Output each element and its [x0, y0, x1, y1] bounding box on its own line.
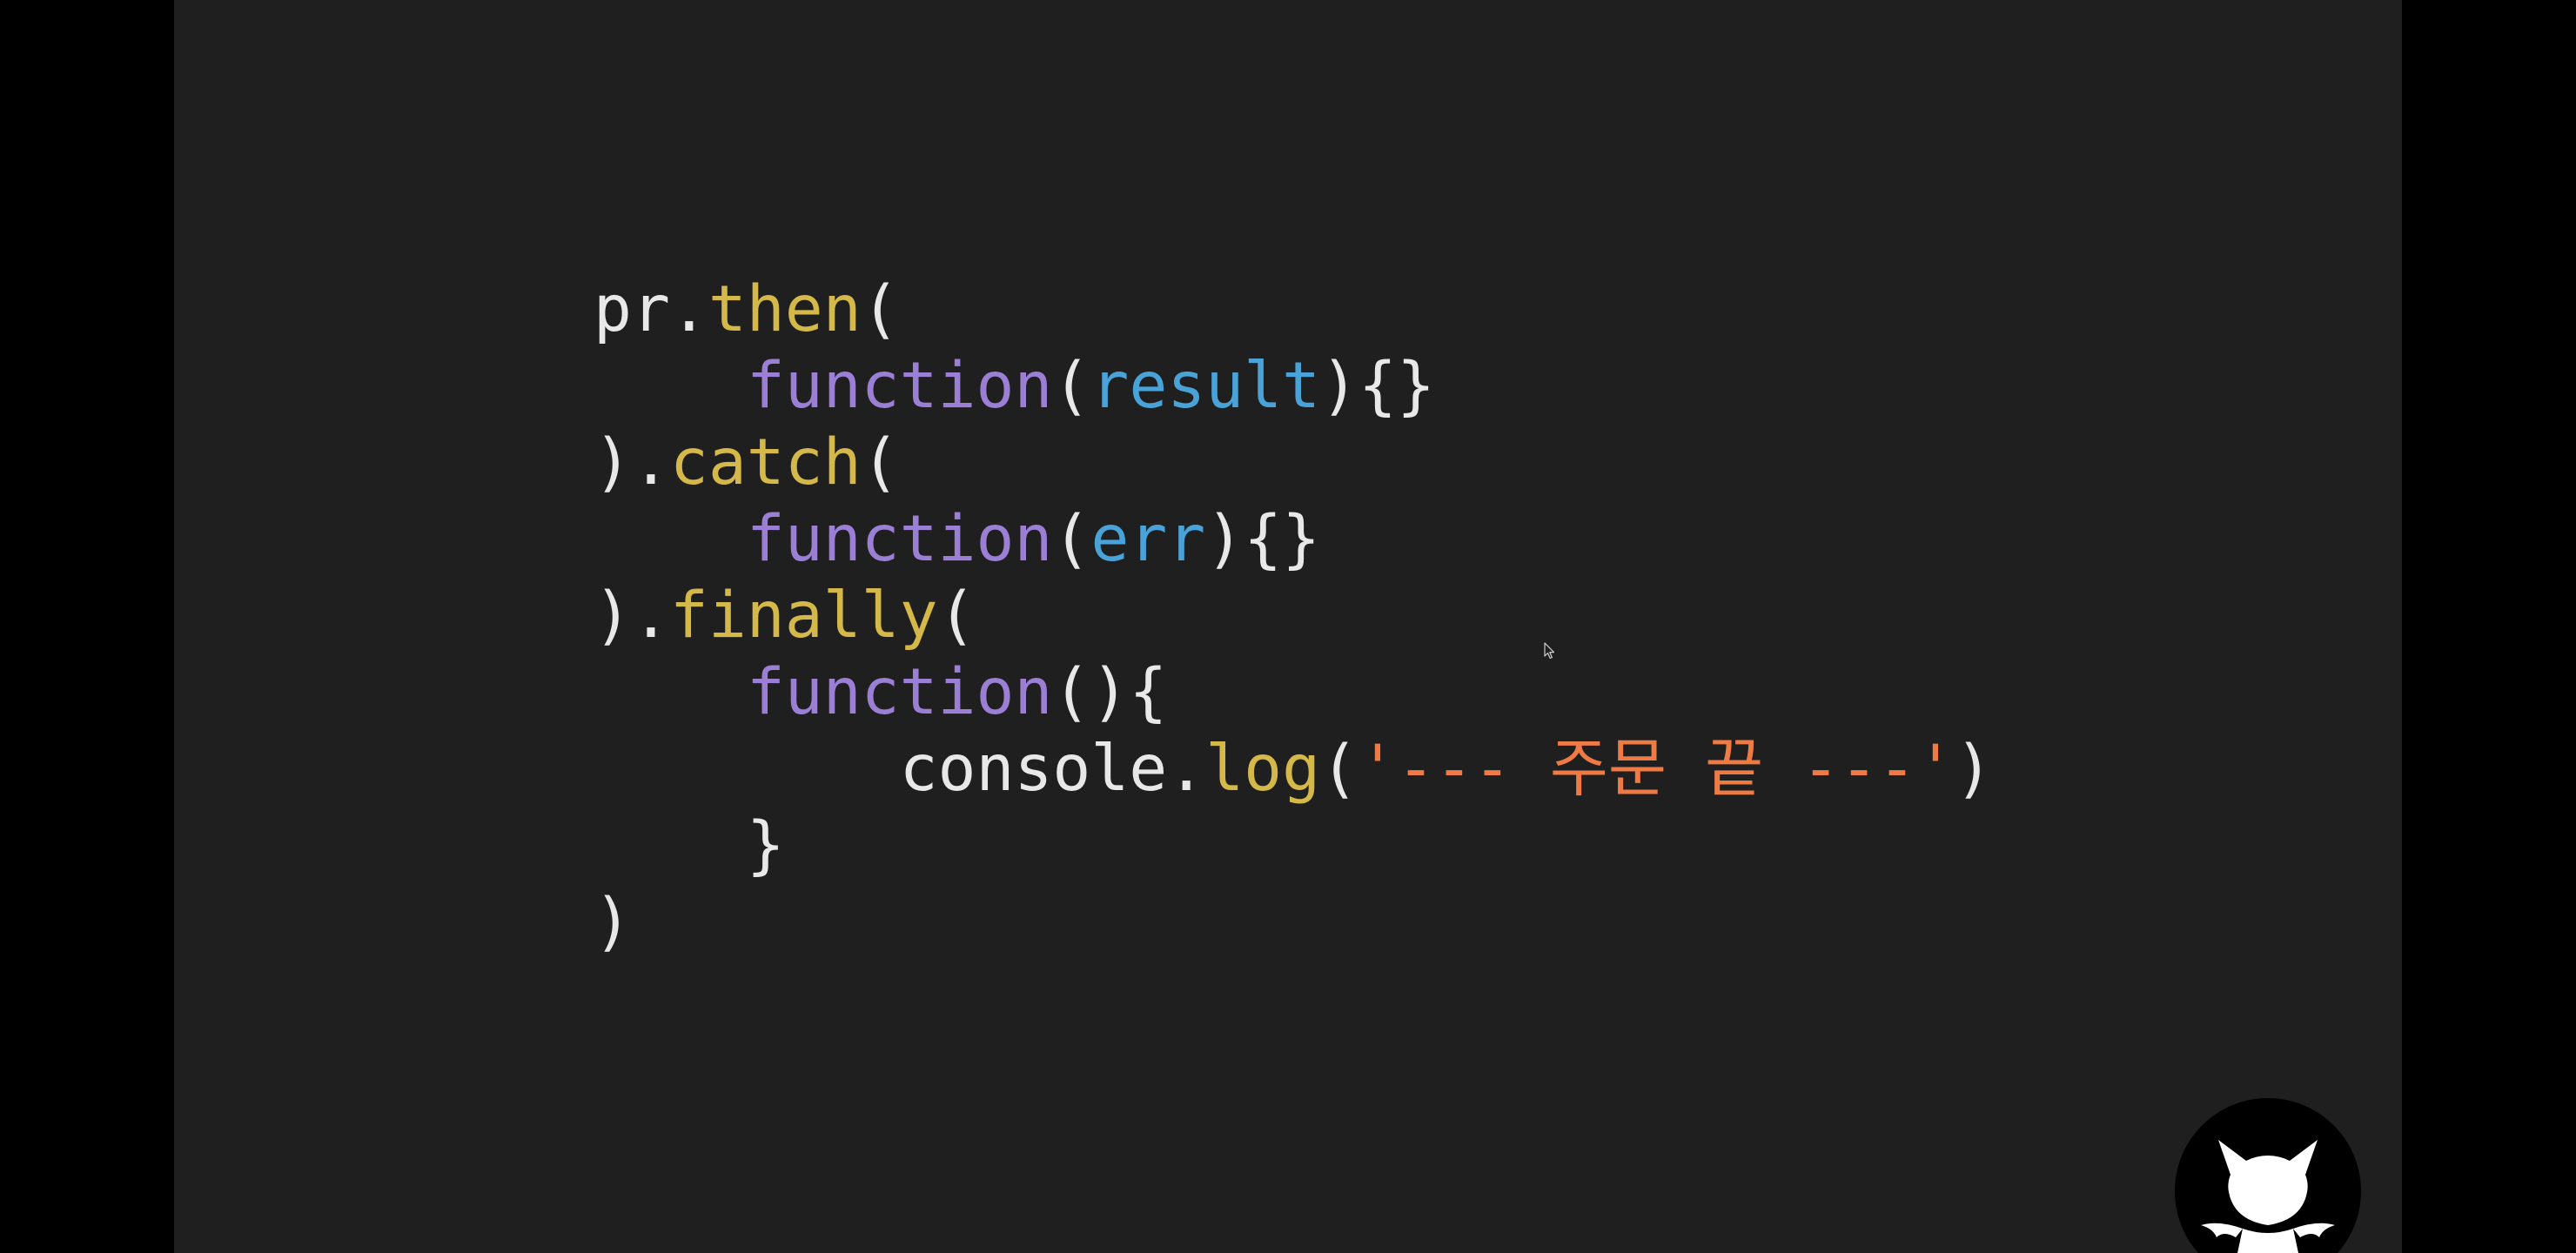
- code-line: ).catch(: [594, 425, 1993, 501]
- code-line: console.log('--- 주문 끝 ---'): [594, 731, 1993, 807]
- code-token: (: [937, 579, 976, 653]
- code-token: pr.: [594, 272, 708, 346]
- code-line: }: [594, 807, 1993, 884]
- code-token: ): [1954, 732, 1993, 806]
- code-line: function(err){}: [594, 501, 1993, 578]
- code-token: function: [746, 655, 1053, 729]
- code-token: catch: [669, 425, 862, 499]
- code-token: (: [1052, 349, 1091, 423]
- code-token: (: [861, 425, 900, 499]
- code-token: (: [861, 272, 900, 346]
- code-token: ){}: [1205, 502, 1321, 576]
- code-token: ): [594, 885, 632, 959]
- code-token: }: [594, 808, 785, 882]
- code-token: (: [1320, 732, 1359, 806]
- cat-devil-mascot-icon: [2175, 1098, 2361, 1253]
- code-token: log: [1205, 732, 1321, 806]
- presentation-slide: pr.then( function(result){}).catch( func…: [174, 0, 2402, 1253]
- code-token: function: [746, 502, 1053, 576]
- code-token: then: [708, 272, 862, 346]
- code-token: ).: [594, 425, 670, 499]
- code-line: ): [594, 884, 1993, 961]
- code-token: finally: [669, 579, 938, 653]
- code-token: function: [746, 349, 1053, 423]
- screen: pr.then( function(result){}).catch( func…: [0, 0, 2576, 1253]
- code-token: console.: [594, 732, 1206, 806]
- code-line: function(){: [594, 654, 1993, 731]
- code-token: ).: [594, 579, 670, 653]
- code-line: ).finally(: [594, 578, 1993, 654]
- code-line: pr.then(: [594, 271, 1993, 348]
- mouse-pointer-icon: [1544, 642, 1556, 660]
- code-token: err: [1090, 502, 1206, 576]
- code-token: '--- 주문 끝 ---': [1358, 732, 1955, 806]
- code-line: function(result){}: [594, 348, 1993, 425]
- code-token: ){}: [1320, 349, 1435, 423]
- code-block: pr.then( function(result){}).catch( func…: [594, 271, 1993, 961]
- code-token: (: [1052, 502, 1091, 576]
- code-token: (){: [1052, 655, 1168, 729]
- code-token: result: [1090, 349, 1321, 423]
